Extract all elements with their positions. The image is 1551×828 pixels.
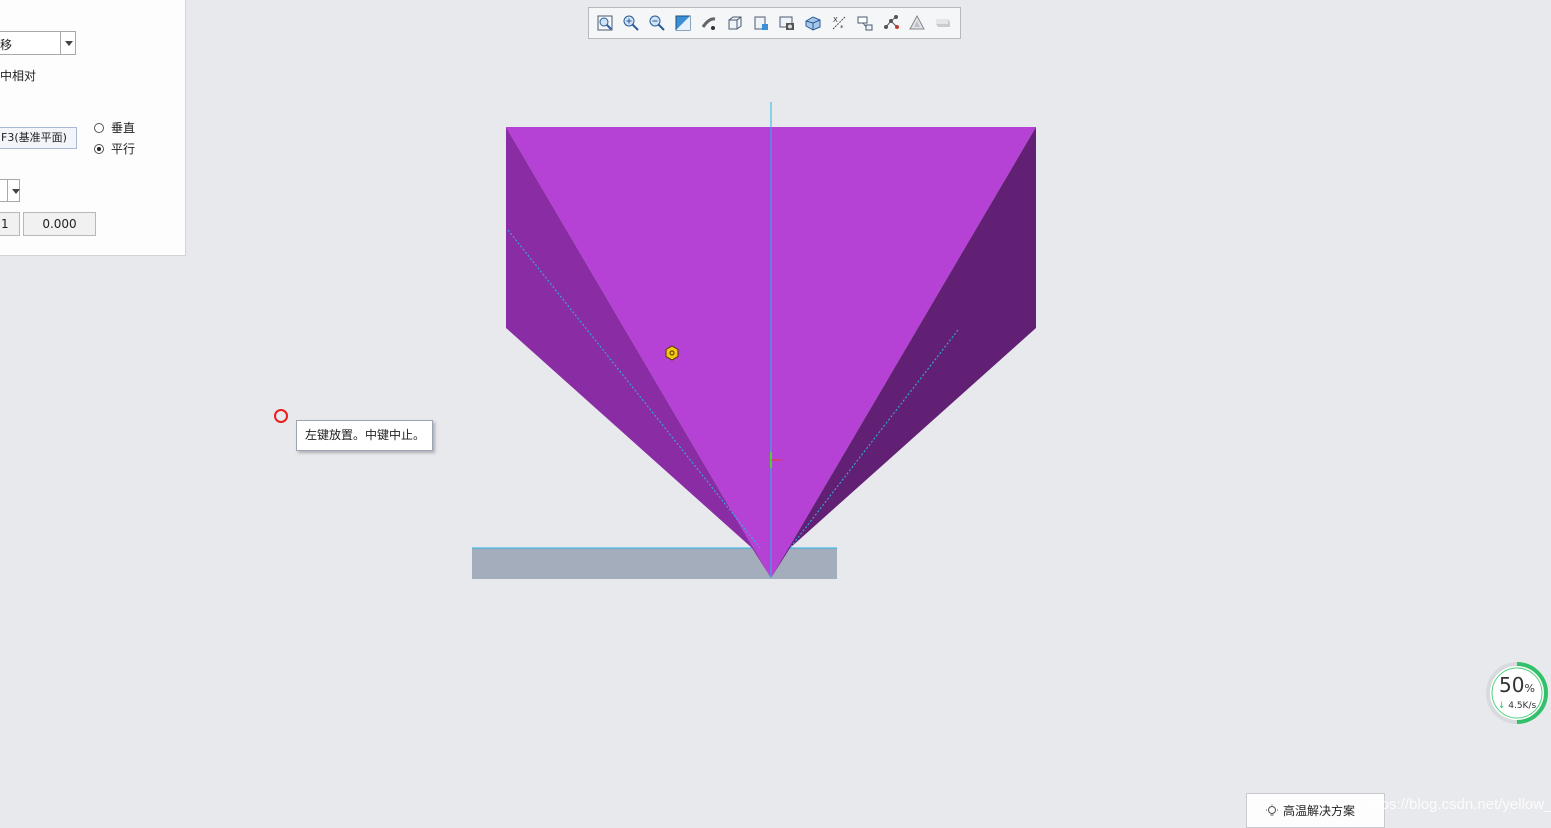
datum-display-icon[interactable]: X * — [829, 13, 849, 33]
status-tooltip: 左键放置。中键中止。 — [296, 420, 433, 451]
view-manager-icon[interactable] — [777, 13, 797, 33]
spin-toggle-icon[interactable] — [881, 13, 901, 33]
svg-text:X: X — [833, 16, 838, 24]
cursor-circle-icon — [274, 409, 288, 423]
zoom-fit-icon[interactable] — [595, 13, 615, 33]
chevron-down-icon[interactable] — [7, 180, 20, 201]
svg-text:*: * — [840, 24, 844, 32]
saved-orientations-icon[interactable] — [751, 13, 771, 33]
display-style-icon[interactable] — [725, 13, 745, 33]
watermark: https://blog.csdn.net/yellow_hill — [1364, 796, 1551, 813]
radio-perpendicular-label: 垂直 — [111, 121, 136, 135]
radio-icon[interactable] — [94, 122, 104, 133]
drag-handle-icon[interactable] — [665, 345, 679, 361]
graphics-window[interactable] — [0, 0, 1551, 824]
chevron-down-icon[interactable] — [60, 32, 75, 54]
reference-collector[interactable]: F3(基准平面) — [0, 127, 77, 149]
constraint-type-dropdown[interactable]: 移 — [0, 31, 76, 55]
zoom-out-icon[interactable] — [647, 13, 667, 33]
appearance-icon[interactable] — [933, 13, 953, 33]
simulation-icon[interactable] — [907, 13, 927, 33]
arrow-down-icon: ↓ — [1497, 701, 1506, 711]
offset-value-field[interactable]: 0.000 — [23, 212, 96, 236]
graphics-toolbar: X * — [588, 7, 961, 39]
relative-label: 中相对 — [0, 69, 37, 83]
offset-left-field[interactable]: 1 — [0, 212, 20, 236]
perspective-icon[interactable] — [803, 13, 823, 33]
network-speed-widget[interactable]: 50% ↓ 4.5K/s — [1485, 661, 1549, 725]
network-percent: 50% — [1499, 673, 1535, 697]
model-view[interactable] — [0, 0, 1551, 824]
zoom-in-icon[interactable] — [621, 13, 641, 33]
radio-parallel[interactable]: 平行 — [94, 140, 135, 157]
annotation-display-icon[interactable] — [855, 13, 875, 33]
solution-button-label: 高温解决方案 — [1283, 804, 1356, 818]
spin-center-icon[interactable] — [699, 13, 719, 33]
radio-parallel-label: 平行 — [111, 142, 136, 156]
lightbulb-icon — [1266, 804, 1278, 815]
network-speed-label: ↓ 4.5K/s — [1497, 701, 1537, 711]
radio-selected-icon[interactable] — [94, 143, 104, 154]
placement-panel: 移 中相对 F3(基准平面) 垂直 平行 1 0.000 — [0, 0, 186, 256]
radio-perpendicular[interactable]: 垂直 — [94, 119, 135, 136]
offset-type-dropdown[interactable] — [0, 179, 20, 202]
constraint-type-value: 移 — [0, 38, 13, 52]
repaint-icon[interactable] — [673, 13, 693, 33]
